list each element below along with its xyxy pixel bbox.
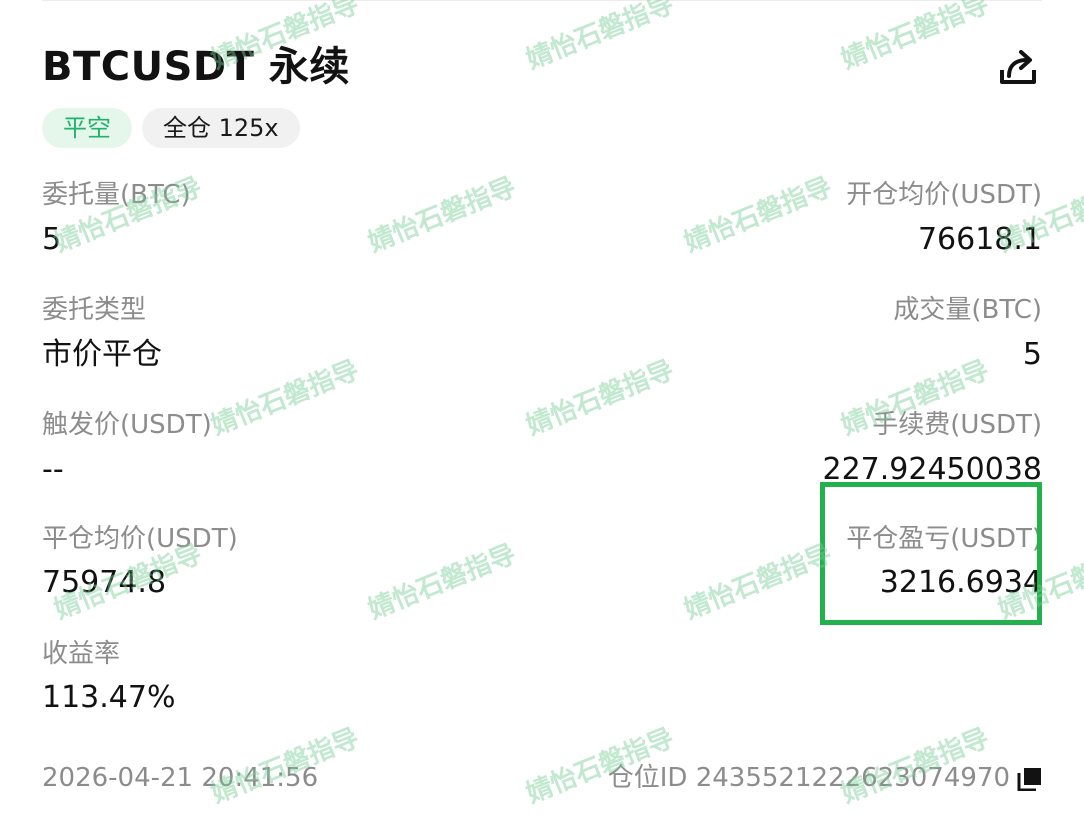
watermark: 婧怡石磐指导 — [522, 0, 679, 76]
watermark: 婧怡石磐指导 — [837, 0, 994, 76]
order-detail-page: BTCUSDT 永续 平空 全仓 125x 委托量(BTC) 5 开仓均价(US… — [0, 0, 1084, 829]
position-id: 仓位ID 2435521222623074970 — [607, 763, 1010, 793]
order-qty-label: 委托量(BTC) — [42, 180, 191, 210]
open-avg-price-value: 76618.1 — [917, 222, 1042, 257]
close-avg-price-label: 平仓均价(USDT) — [42, 524, 238, 554]
share-icon — [1000, 50, 1036, 84]
order-timestamp: 2026-04-21 20:41:56 — [42, 763, 319, 793]
watermark: 婧怡石磐指导 — [364, 539, 521, 626]
side-badge: 平空 — [42, 108, 132, 148]
close-avg-price-value: 75974.8 — [42, 565, 167, 600]
trigger-price-label: 触发价(USDT) — [42, 410, 212, 440]
watermark: 婧怡石磐指导 — [522, 355, 679, 442]
tag-group: 平空 全仓 125x — [42, 108, 300, 148]
watermark: 婧怡石磐指导 — [364, 172, 521, 259]
copy-icon — [1017, 768, 1041, 792]
watermark: 婧怡石磐指导 — [680, 539, 837, 626]
roi-label: 收益率 — [42, 639, 121, 669]
order-type-label: 委托类型 — [42, 295, 147, 325]
order-type-value: 市价平仓 — [42, 337, 162, 372]
watermark: 婧怡石磐指导 — [680, 172, 837, 259]
trigger-price-value: -- — [42, 452, 64, 487]
fee-label: 手续费(USDT) — [872, 410, 1042, 440]
margin-mode-badge: 全仓 125x — [142, 108, 300, 148]
order-qty-value: 5 — [42, 222, 62, 257]
filled-qty-label: 成交量(BTC) — [893, 295, 1042, 325]
watermark: 婧怡石磐指导 — [207, 355, 364, 442]
roi-value: 113.47% — [42, 680, 176, 715]
top-divider — [42, 0, 1042, 1]
open-avg-price-label: 开仓均价(USDT) — [846, 180, 1042, 210]
filled-qty-value: 5 — [1022, 337, 1042, 372]
pnl-highlight-box — [820, 482, 1042, 625]
share-button[interactable] — [996, 46, 1040, 90]
copy-position-id-button[interactable] — [1016, 767, 1042, 792]
page-title: BTCUSDT 永续 — [42, 44, 350, 90]
